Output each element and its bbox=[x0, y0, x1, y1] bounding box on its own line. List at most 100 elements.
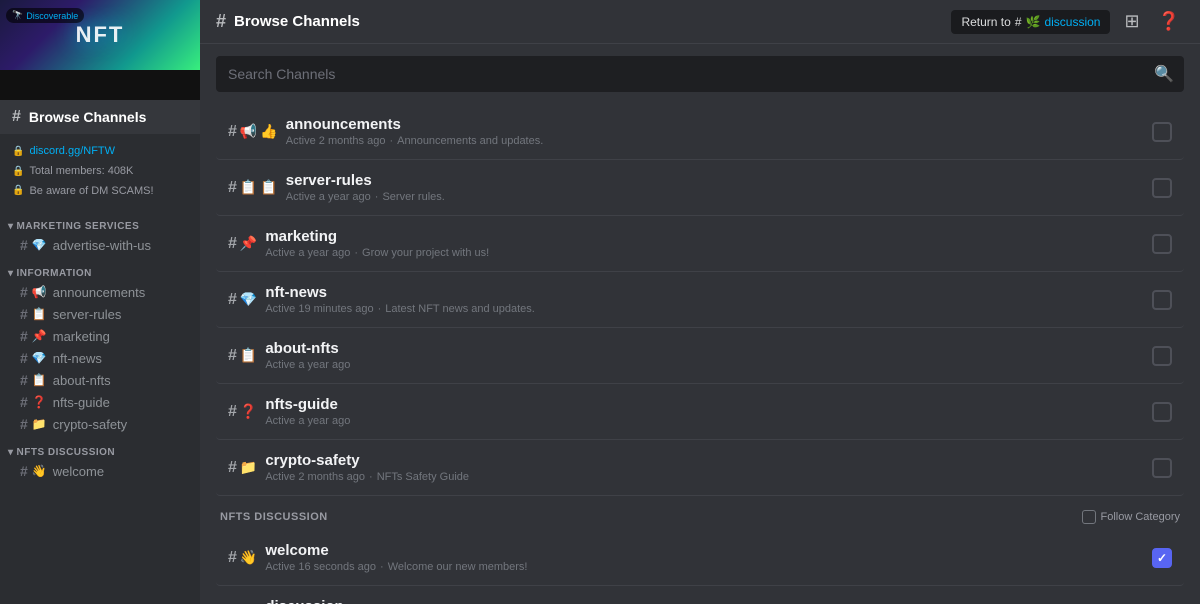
sidebar-channel-nfts-guide[interactable]: # ❓ nfts-guide bbox=[4, 391, 196, 413]
channel-checkbox-checked[interactable]: ✓ bbox=[1152, 548, 1172, 568]
server-header[interactable]: NFT 🔭 Discoverable bbox=[0, 0, 200, 100]
channel-meta: Active a year ago bbox=[265, 415, 350, 427]
channel-label: advertise-with-us bbox=[53, 238, 151, 253]
channel-checkbox[interactable] bbox=[1152, 346, 1172, 366]
discoverable-icon: 🔭 bbox=[12, 10, 23, 21]
channel-activity: Active 2 months ago bbox=[265, 471, 365, 483]
clipboard-icon: 📋 bbox=[260, 179, 277, 196]
sidebar-channel-about-nfts[interactable]: # 📋 about-nfts bbox=[4, 369, 196, 391]
megaphone-icon: 📢 bbox=[240, 123, 257, 140]
sidebar-channel-advertise-with-us[interactable]: # 💎 advertise-with-us bbox=[4, 234, 196, 256]
channel-label: announcements bbox=[53, 285, 146, 300]
channel-emoji-icon: ❓ bbox=[32, 395, 47, 409]
channel-icons: # 📋 📋 bbox=[228, 179, 278, 197]
help-button[interactable]: ❓ bbox=[1154, 7, 1184, 36]
channel-name: discussion bbox=[265, 598, 681, 604]
meta-separator: · bbox=[389, 135, 393, 147]
channel-emoji-icon: 📌 bbox=[32, 329, 47, 343]
channel-icons: # ❓ bbox=[228, 403, 257, 421]
channel-emoji-icon: 👋 bbox=[32, 464, 47, 478]
channel-checkbox[interactable] bbox=[1152, 458, 1172, 478]
header-hash-icon: # bbox=[216, 11, 226, 32]
channel-icons: # 📁 bbox=[228, 459, 257, 477]
channel-label: nfts-guide bbox=[53, 395, 110, 410]
channel-hash-icon: # bbox=[228, 291, 237, 309]
channel-hash-icon: # bbox=[20, 237, 28, 253]
channel-item-server-rules[interactable]: # 📋 📋 server-rules Active a year ago · S… bbox=[216, 160, 1184, 216]
channel-hash-icon: # bbox=[20, 394, 28, 410]
channel-label: about-nfts bbox=[53, 373, 111, 388]
channel-item-crypto-safety[interactable]: # 📁 crypto-safety Active 2 months ago · … bbox=[216, 440, 1184, 496]
chevron-down-icon: ▾ bbox=[8, 221, 14, 232]
channel-icons: # 📢 👍 bbox=[228, 123, 278, 141]
channel-item-nft-news[interactable]: # 💎 nft-news Active 19 minutes ago · Lat… bbox=[216, 272, 1184, 328]
channel-checkbox[interactable] bbox=[1152, 234, 1172, 254]
channel-meta: Active 16 seconds ago · Welcome our new … bbox=[265, 561, 527, 573]
lock-icon-link: 🔒 bbox=[12, 143, 24, 161]
channel-description: Welcome our new members! bbox=[388, 561, 528, 573]
meta-separator: · bbox=[378, 303, 382, 315]
sidebar-channel-nft-news[interactable]: # 💎 nft-news bbox=[4, 347, 196, 369]
channel-emoji-icon: 📁 bbox=[32, 417, 47, 431]
sidebar-channel-crypto-safety[interactable]: # 📁 crypto-safety bbox=[4, 413, 196, 435]
channel-item-left: # 💎 nft-news Active 19 minutes ago · Lat… bbox=[228, 284, 1152, 315]
channel-item-left: # 📋 📋 server-rules Active a year ago · S… bbox=[228, 172, 1152, 203]
channel-meta: Active 19 minutes ago · Latest NFT news … bbox=[265, 303, 535, 315]
channel-item-info: nft-news Active 19 minutes ago · Latest … bbox=[265, 284, 535, 315]
diamond-icon: 💎 bbox=[240, 291, 257, 308]
return-button[interactable]: Return to # 🌿 discussion bbox=[951, 10, 1110, 34]
folder-icon: 📁 bbox=[240, 459, 257, 476]
channel-item-welcome[interactable]: # 👋 welcome Active 16 seconds ago · Welc… bbox=[216, 530, 1184, 586]
channel-icons: # 📋 bbox=[228, 347, 257, 365]
channel-checkbox[interactable] bbox=[1152, 402, 1172, 422]
browse-channels-sidebar-btn[interactable]: # Browse Channels bbox=[0, 100, 200, 134]
sidebar-section-title-information[interactable]: ▾ INFORMATION bbox=[0, 264, 200, 281]
sidebar-channel-welcome[interactable]: # 👋 welcome bbox=[4, 460, 196, 482]
sidebar-channel-marketing[interactable]: # 📌 marketing bbox=[4, 325, 196, 347]
channel-meta: Active 2 months ago · NFTs Safety Guide bbox=[265, 471, 469, 483]
channel-list: # 📢 👍 announcements Active 2 months ago … bbox=[200, 104, 1200, 604]
channel-item-info: server-rules Active a year ago · Server … bbox=[286, 172, 445, 203]
sidebar-section-title-discussion[interactable]: ▾ NFTS DISCUSSION bbox=[0, 443, 200, 460]
channel-item-nfts-guide[interactable]: # ❓ nfts-guide Active a year ago bbox=[216, 384, 1184, 440]
view-toggle-button[interactable]: ⊞ bbox=[1120, 7, 1143, 36]
channel-hash-icon: # bbox=[228, 459, 237, 477]
channel-item-info: welcome Active 16 seconds ago · Welcome … bbox=[265, 542, 527, 573]
channel-item-left: # 📋 about-nfts Active a year ago bbox=[228, 340, 1152, 371]
search-bar: 🔍 bbox=[216, 56, 1184, 92]
channel-activity: Active a year ago bbox=[265, 247, 350, 259]
server-logo-text: NFT bbox=[76, 22, 125, 48]
channel-label: marketing bbox=[53, 329, 110, 344]
channel-item-marketing[interactable]: # 📌 marketing Active a year ago · Grow y… bbox=[216, 216, 1184, 272]
channel-icons: # 👋 bbox=[228, 549, 257, 567]
header-left: # Browse Channels bbox=[216, 11, 360, 32]
follow-category-button[interactable]: Follow Category bbox=[1082, 510, 1180, 524]
sidebar: NFT 🔭 Discoverable # Browse Channels 🔒 d… bbox=[0, 0, 200, 604]
channel-name: marketing bbox=[265, 228, 489, 245]
return-label: Return to bbox=[961, 15, 1010, 29]
channel-item-info: announcements Active 2 months ago · Anno… bbox=[286, 116, 544, 147]
server-link-item: 🔒 discord.gg/NFTW bbox=[12, 142, 188, 162]
channel-description: Server rules. bbox=[382, 191, 444, 203]
channel-item-info: marketing Active a year ago · Grow your … bbox=[265, 228, 489, 259]
channel-checkbox[interactable] bbox=[1152, 290, 1172, 310]
search-input[interactable] bbox=[216, 56, 1184, 92]
channel-activity: Active 19 minutes ago bbox=[265, 303, 373, 315]
channel-item-discussion[interactable]: # 🌿 discussion Active 16 seconds ago · N… bbox=[216, 586, 1184, 604]
channel-checkbox[interactable] bbox=[1152, 178, 1172, 198]
sidebar-section-title-marketing[interactable]: ▾ MARKETING SERVICES bbox=[0, 217, 200, 234]
channel-item-about-nfts[interactable]: # 📋 about-nfts Active a year ago bbox=[216, 328, 1184, 384]
channel-item-left: # 📁 crypto-safety Active 2 months ago · … bbox=[228, 452, 1152, 483]
channel-emoji-icon: 📋 bbox=[32, 307, 47, 321]
return-channel-name: discussion bbox=[1044, 15, 1100, 29]
channel-item-announcements[interactable]: # 📢 👍 announcements Active 2 months ago … bbox=[216, 104, 1184, 160]
channel-icons: # 📌 bbox=[228, 235, 257, 253]
channel-name: about-nfts bbox=[265, 340, 350, 357]
sidebar-section-information: ▾ INFORMATION # 📢 announcements # 📋 serv… bbox=[0, 264, 200, 435]
header-right: Return to # 🌿 discussion ⊞ ❓ bbox=[951, 7, 1184, 36]
sidebar-channel-announcements[interactable]: # 📢 announcements bbox=[4, 281, 196, 303]
channel-checkbox[interactable] bbox=[1152, 122, 1172, 142]
follow-checkbox[interactable] bbox=[1082, 510, 1096, 524]
channel-name: crypto-safety bbox=[265, 452, 469, 469]
sidebar-channel-server-rules[interactable]: # 📋 server-rules bbox=[4, 303, 196, 325]
